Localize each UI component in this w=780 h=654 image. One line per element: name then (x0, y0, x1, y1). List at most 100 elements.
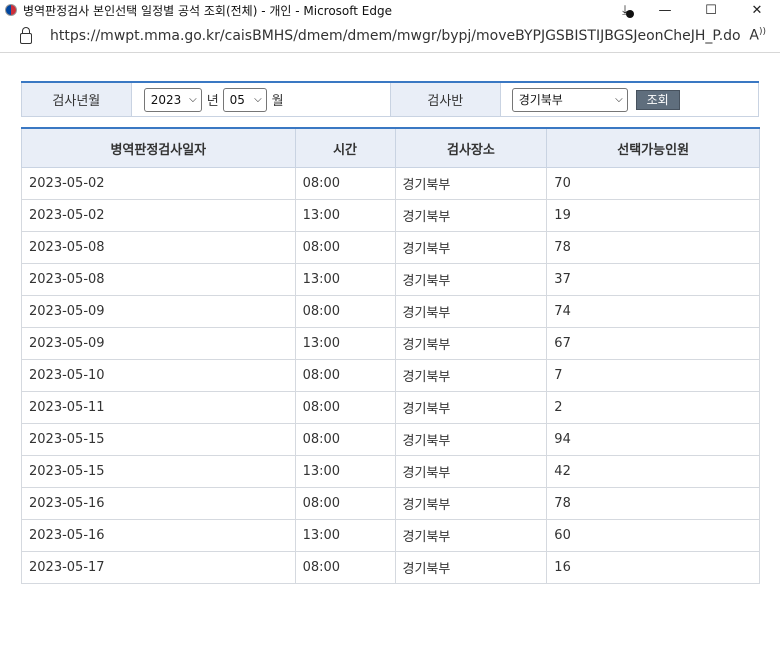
window-title: 병역판정검사 본인선택 일정별 공석 조회(전체) - 개인 - Microso… (23, 3, 393, 18)
cell-available: 42 (546, 455, 760, 488)
cell-time: 08:00 (294, 359, 396, 392)
ban-label: 검사반 (390, 83, 500, 116)
header-date: 병역판정검사일자 (21, 127, 296, 168)
header-time: 시간 (294, 127, 396, 168)
cell-date: 2023-05-09 (21, 295, 296, 328)
table-row: 2023-05-09 08:00 경기북부 74 (21, 295, 760, 328)
header-available: 선택가능인원 (546, 127, 760, 168)
read-aloud-icon[interactable]: A)) (749, 27, 766, 44)
cell-time: 13:00 (294, 455, 396, 488)
cell-place: 경기북부 (394, 519, 548, 552)
cell-time: 13:00 (294, 327, 396, 360)
lock-icon[interactable] (20, 27, 32, 44)
table-row: 2023-05-15 13:00 경기북부 42 (21, 455, 760, 488)
year-unit: 년 (206, 94, 219, 109)
table-row: 2023-05-11 08:00 경기북부 2 (21, 391, 760, 424)
address-bar[interactable]: https://mwpt.mma.go.kr/caisBMHS/dmem/dme… (0, 20, 780, 53)
table-row: 2023-05-02 08:00 경기북부 70 (21, 167, 760, 200)
table-row: 2023-05-16 13:00 경기북부 60 (21, 519, 760, 552)
cell-time: 13:00 (294, 263, 396, 296)
cell-date: 2023-05-10 (21, 359, 296, 392)
cell-time: 08:00 (294, 391, 396, 424)
download-icon[interactable]: ⤓ (616, 1, 634, 19)
table-row: 2023-05-17 08:00 경기북부 16 (21, 551, 760, 584)
cell-time: 08:00 (294, 423, 396, 456)
cell-date: 2023-05-16 (21, 487, 296, 520)
minimize-icon[interactable]: — (642, 0, 688, 20)
cell-available: 67 (546, 327, 760, 360)
cell-place: 경기북부 (394, 391, 548, 424)
cell-date: 2023-05-02 (21, 167, 296, 200)
chevron-down-icon: ⌵ (189, 94, 197, 105)
header-place: 검사장소 (394, 127, 548, 168)
cell-date: 2023-05-09 (21, 327, 296, 360)
table-row: 2023-05-16 08:00 경기북부 78 (21, 487, 760, 520)
cell-time: 13:00 (294, 519, 396, 552)
cell-date: 2023-05-15 (21, 423, 296, 456)
cell-time: 08:00 (294, 551, 396, 584)
cell-place: 경기북부 (394, 359, 548, 392)
cell-available: 94 (546, 423, 760, 456)
cell-available: 60 (546, 519, 760, 552)
cell-place: 경기북부 (394, 423, 548, 456)
year-month-cell: 2023 ⌵ 년 05 ⌵ 월 (130, 83, 390, 116)
table-row: 2023-05-15 08:00 경기북부 94 (21, 423, 760, 456)
query-button[interactable]: 조회 (635, 89, 680, 110)
window-titlebar: 병역판정검사 본인선택 일정별 공석 조회(전체) - 개인 - Microso… (0, 0, 780, 20)
download-check-icon (626, 10, 634, 18)
table-row: 2023-05-08 08:00 경기북부 78 (21, 231, 760, 264)
cell-date: 2023-05-08 (21, 263, 296, 296)
cell-available: 70 (546, 167, 760, 200)
cell-place: 경기북부 (394, 327, 548, 360)
cell-available: 7 (546, 359, 760, 392)
cell-available: 19 (546, 199, 760, 232)
url-text[interactable]: https://mwpt.mma.go.kr/caisBMHS/dmem/dme… (50, 28, 741, 44)
table-header-row: 병역판정검사일자 시간 검사장소 선택가능인원 (21, 127, 760, 168)
cell-date: 2023-05-17 (21, 551, 296, 584)
cell-time: 08:00 (294, 167, 396, 200)
cell-available: 74 (546, 295, 760, 328)
table-body: 2023-05-02 08:00 경기북부 70 2023-05-02 13:00 경기북부… (21, 167, 760, 584)
schedule-table: 병역판정검사일자 시간 검사장소 선택가능인원 2023-05-02 08:00 경… (21, 127, 760, 584)
cell-available: 78 (546, 487, 760, 520)
cell-place: 경기북부 (394, 551, 548, 584)
cell-date: 2023-05-08 (21, 231, 296, 264)
cell-date: 2023-05-16 (21, 519, 296, 552)
year-select[interactable]: 2023 ⌵ (143, 87, 202, 112)
cell-place: 경기북부 (394, 455, 548, 488)
cell-time: 08:00 (294, 231, 396, 264)
cell-available: 78 (546, 231, 760, 264)
year-select-value: 2023 (150, 92, 182, 107)
search-panel: 검사년월 2023 ⌵ 년 05 ⌵ 월 검사반 경기북부 ⌵ 조회 (21, 81, 759, 117)
cell-available: 16 (546, 551, 760, 584)
month-select[interactable]: 05 ⌵ (222, 87, 267, 112)
year-month-label: 검사년월 (21, 83, 131, 116)
cell-place: 경기북부 (394, 167, 548, 200)
chevron-down-icon: ⌵ (615, 94, 623, 105)
cell-place: 경기북부 (394, 295, 548, 328)
ban-select[interactable]: 경기북부 ⌵ (511, 87, 628, 112)
table-row: 2023-05-08 13:00 경기북부 37 (21, 263, 760, 296)
maximize-icon[interactable]: ☐ (688, 0, 734, 20)
month-unit: 월 (271, 94, 284, 109)
window-controls: — ☐ ✕ (642, 0, 780, 20)
cell-date: 2023-05-02 (21, 199, 296, 232)
cell-available: 37 (546, 263, 760, 296)
ban-select-value: 경기북부 (518, 93, 563, 107)
close-icon[interactable]: ✕ (734, 0, 780, 20)
cell-date: 2023-05-15 (21, 455, 296, 488)
table-row: 2023-05-09 13:00 경기북부 67 (21, 327, 760, 360)
site-favicon-icon (5, 4, 17, 16)
cell-place: 경기북부 (394, 231, 548, 264)
cell-date: 2023-05-11 (21, 391, 296, 424)
chevron-down-icon: ⌵ (254, 94, 262, 105)
cell-place: 경기북부 (394, 199, 548, 232)
month-select-value: 05 (229, 92, 245, 107)
cell-time: 08:00 (294, 295, 396, 328)
cell-place: 경기북부 (394, 263, 548, 296)
cell-place: 경기북부 (394, 487, 548, 520)
cell-time: 08:00 (294, 487, 396, 520)
table-row: 2023-05-10 08:00 경기북부 7 (21, 359, 760, 392)
cell-available: 2 (546, 391, 760, 424)
table-row: 2023-05-02 13:00 경기북부 19 (21, 199, 760, 232)
